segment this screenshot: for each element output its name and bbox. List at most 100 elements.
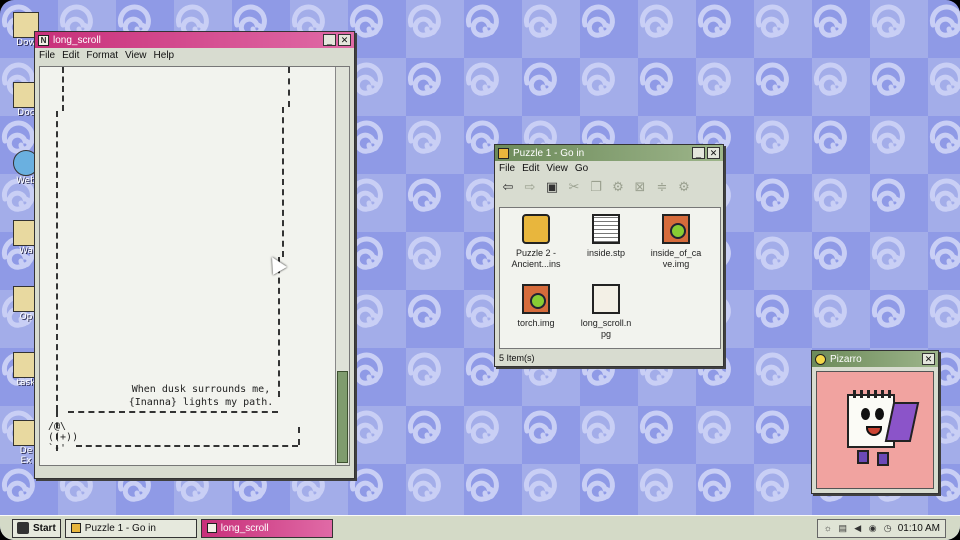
pizarro-titlebar[interactable]: Pizarro ✕ (812, 351, 938, 367)
wallpaper-swirl (929, 4, 960, 38)
forward-arrow-icon[interactable]: ⇨ (521, 178, 539, 196)
gear-icon[interactable]: ⚙ (675, 178, 693, 196)
properties-icon[interactable]: ≑ (653, 178, 671, 196)
lightbulb-icon[interactable]: ☼ (823, 523, 833, 533)
notepad-text-area[interactable]: When dusk surrounds me, {Inanna} lights … (39, 66, 350, 466)
keyboard-icon[interactable]: ▤ (838, 523, 848, 533)
explorer-window[interactable]: Puzzle 1 - Go in _ ✕ File Edit View Go ⇦… (494, 144, 724, 367)
menu-file[interactable]: File (499, 163, 515, 174)
wallpaper-swirl (813, 294, 847, 328)
mascot-eye (861, 408, 870, 420)
network-icon[interactable]: ◉ (868, 523, 878, 533)
poem-line: {Inanna} lights my path. (128, 397, 274, 408)
notepad-titlebar[interactable]: N long_scroll _ ✕ (35, 32, 354, 48)
wallpaper-swirl (465, 352, 499, 386)
window-title: long_scroll (53, 34, 101, 46)
minimize-button[interactable]: _ (692, 147, 705, 159)
scroll-edge-right-top (288, 67, 290, 107)
notepad-window[interactable]: N long_scroll _ ✕ File Edit Format View … (34, 31, 355, 479)
menu-edit[interactable]: Edit (522, 163, 539, 174)
minimize-button[interactable]: _ (323, 34, 336, 46)
wallpaper-swirl (871, 236, 905, 270)
wallpaper-swirl (755, 410, 789, 444)
wallpaper-swirl (755, 120, 789, 154)
lightbulb-icon (815, 353, 826, 365)
scroll-rod-end: /@\ ((+)) `-' (48, 421, 78, 454)
menu-format[interactable]: Format (86, 50, 118, 61)
image-file-icon (522, 284, 550, 314)
wallpaper-swirl (929, 120, 960, 154)
wallpaper-swirl (407, 294, 441, 328)
wallpaper-swirl (929, 178, 960, 212)
menu-help[interactable]: Help (154, 50, 175, 61)
copy-icon[interactable]: ❐ (587, 178, 605, 196)
wallpaper-swirl (465, 120, 499, 154)
back-arrow-icon[interactable]: ⇦ (499, 178, 517, 196)
file-item[interactable]: inside_of_ca ve.img (644, 214, 708, 270)
window-title: Pizarro (830, 353, 862, 365)
vertical-scrollbar[interactable] (335, 67, 349, 465)
menu-view[interactable]: View (125, 50, 147, 61)
wallpaper-swirl (697, 410, 731, 444)
close-button[interactable]: ✕ (338, 34, 351, 46)
start-button[interactable]: Start (12, 518, 61, 538)
taskbar-item-label: long_scroll (220, 522, 269, 534)
taskbar-item-notepad[interactable]: long_scroll (200, 518, 333, 538)
file-item[interactable]: inside.stp (574, 214, 638, 259)
puzzle-folder-icon (498, 147, 509, 159)
menu-go[interactable]: Go (575, 163, 588, 174)
mascot-eye (875, 408, 884, 420)
file-name: pg (600, 329, 611, 339)
menu-edit[interactable]: Edit (62, 50, 79, 61)
close-button[interactable]: ✕ (707, 147, 720, 159)
file-item[interactable]: Puzzle 2 - Ancient...ins (504, 214, 568, 270)
settings-icon[interactable]: ⚙ (609, 178, 627, 196)
wallpaper-swirl (697, 4, 731, 38)
wallpaper-swirl (349, 120, 383, 154)
file-list: Puzzle 2 - Ancient...ins inside.stp insi… (499, 207, 721, 349)
scroll-roll-line (68, 411, 278, 413)
wallpaper-swirl (407, 4, 441, 38)
mascot-leg (877, 452, 889, 466)
taskbar-item-explorer[interactable]: Puzzle 1 - Go in (64, 518, 197, 538)
scrollbar-thumb[interactable] (337, 371, 348, 463)
wallpaper-swirl (407, 352, 441, 386)
wallpaper-swirl (349, 294, 383, 328)
resize-grip[interactable] (39, 467, 350, 477)
close-button[interactable]: ✕ (922, 353, 935, 365)
wallpaper-swirl (755, 4, 789, 38)
menu-view[interactable]: View (546, 163, 568, 174)
file-name: long_scroll.n (580, 318, 632, 328)
delete-icon[interactable]: ⊠ (631, 178, 649, 196)
wallpaper-swirl (755, 468, 789, 502)
wallpaper-swirl (871, 4, 905, 38)
clock-icon: ◷ (883, 523, 892, 533)
wallpaper-swirl (813, 120, 847, 154)
file-item[interactable]: torch.img (504, 284, 568, 329)
menu-file[interactable]: File (39, 50, 55, 61)
window-title: Puzzle 1 - Go in (513, 147, 585, 159)
explorer-titlebar[interactable]: Puzzle 1 - Go in _ ✕ (495, 145, 723, 161)
wallpaper-swirl (871, 294, 905, 328)
scroll-poem: When dusk surrounds me, {Inanna} lights … (86, 383, 316, 409)
up-folder-icon[interactable]: ▣ (543, 178, 561, 196)
calendar-rings (853, 390, 891, 398)
puzzle-folder-icon (522, 214, 550, 244)
ascii-scroll-art: When dusk surrounds me, {Inanna} lights … (46, 67, 332, 465)
start-logo-icon (17, 522, 29, 534)
wallpaper-swirl (465, 468, 499, 502)
notepad-file-icon (592, 284, 620, 314)
wallpaper-swirl (639, 62, 673, 96)
scroll-edge-left (56, 111, 58, 411)
wallpaper-swirl (929, 294, 960, 328)
file-name: Ancient...ins (511, 259, 561, 269)
clock[interactable]: 01:10 AM (898, 523, 940, 534)
cut-icon[interactable]: ✂ (565, 178, 583, 196)
wallpaper-swirl (755, 62, 789, 96)
file-item[interactable]: long_scroll.n pg (574, 284, 638, 340)
rod-line: `-' (48, 443, 67, 454)
pizarro-window[interactable]: Pizarro ✕ (811, 350, 939, 494)
wallpaper-swirl (813, 178, 847, 212)
wallpaper-swirl (349, 178, 383, 212)
volume-icon[interactable]: ◀ (853, 523, 863, 533)
